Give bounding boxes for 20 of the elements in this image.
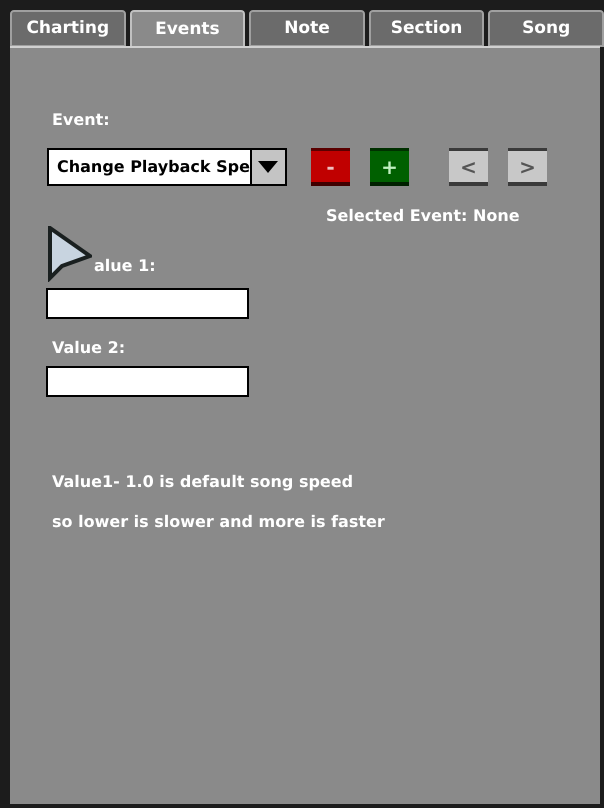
dropdown-value: Change Playback Spe (56, 156, 250, 178)
value-1-label: alue 1: (94, 255, 156, 277)
description-text: Value1- 1.0 is default song speed (52, 471, 354, 493)
prev-button[interactable]: < (449, 148, 488, 186)
tab[interactable]: Charting (10, 10, 126, 47)
tab[interactable]: Song (488, 10, 604, 47)
event-label: Event: (52, 110, 111, 130)
remove-button[interactable]: - (311, 148, 350, 186)
tab[interactable]: Section (368, 10, 484, 47)
value-1-field[interactable] (46, 288, 249, 319)
pointer-cursor-icon (48, 226, 92, 282)
next-button[interactable]: > (508, 148, 547, 186)
add-button[interactable]: + (370, 148, 409, 186)
value-2-label: Value 2: (52, 337, 126, 359)
selected-event-text: Selected Event: None (326, 205, 520, 227)
description-text: so lower is slower and more is faster (52, 511, 386, 533)
value-2-field[interactable] (46, 366, 249, 397)
tab[interactable]: Note (249, 10, 365, 47)
event-dropdown[interactable]: Change Playback Spe (47, 148, 287, 186)
tab[interactable]: Events (130, 10, 246, 48)
